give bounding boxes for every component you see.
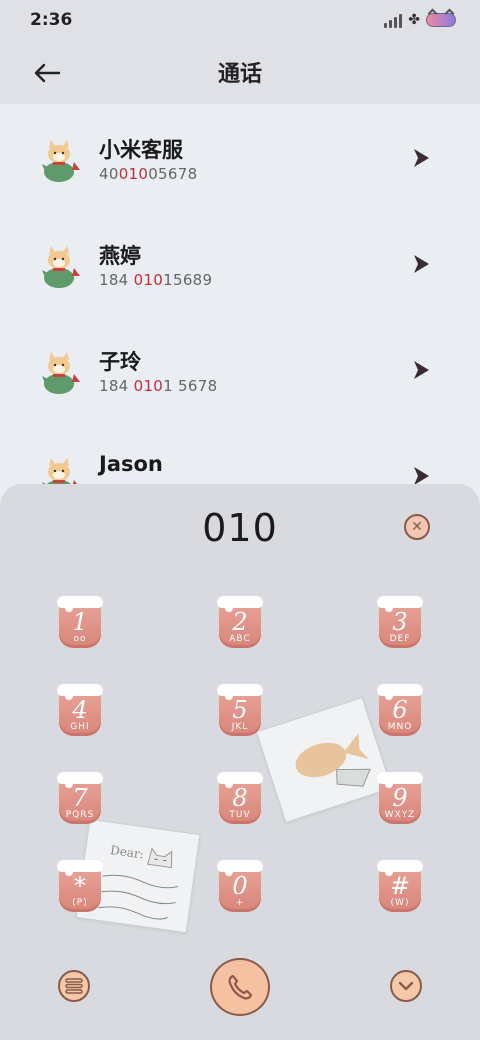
chevron-right-icon bbox=[414, 255, 429, 273]
key-6[interactable]: 6 MNO bbox=[377, 684, 423, 736]
menu-icon bbox=[65, 978, 83, 994]
key-9[interactable]: 9 WXYZ bbox=[377, 772, 423, 824]
chevron-down-icon bbox=[398, 981, 414, 991]
phone-icon bbox=[228, 974, 253, 1000]
key-8[interactable]: 8 TUV bbox=[217, 772, 263, 824]
clear-button[interactable]: ✕ bbox=[404, 514, 430, 540]
fish-icon bbox=[295, 733, 371, 787]
contact-name: 子玲 bbox=[99, 350, 141, 374]
chevron-right-icon bbox=[414, 149, 429, 167]
contact-name: 小米客服 bbox=[99, 138, 183, 162]
key-2[interactable]: 2 ABC bbox=[217, 596, 263, 648]
decorative-fish-card bbox=[255, 697, 393, 823]
menu-button[interactable] bbox=[58, 970, 90, 1002]
cat-icon bbox=[147, 847, 173, 869]
contact-item[interactable]: 燕婷 184 01015689 bbox=[0, 210, 480, 316]
signal-icon bbox=[384, 12, 403, 28]
contact-list[interactable]: 小米客服 4001005678 燕婷 184 01015689 子玲 184 0… bbox=[0, 104, 480, 504]
chevron-right-icon bbox=[414, 467, 429, 485]
avatar bbox=[42, 246, 80, 288]
header: 通话 bbox=[0, 42, 480, 104]
status-time: 2:36 bbox=[30, 10, 73, 30]
contact-name: Jason bbox=[99, 452, 163, 476]
contact-number: 4001005678 bbox=[99, 165, 198, 183]
key-7[interactable]: 7 PQRS bbox=[57, 772, 103, 824]
scribble-lines bbox=[98, 874, 179, 920]
collapse-keypad-button[interactable] bbox=[390, 970, 422, 1002]
contact-item[interactable]: 小米客服 4001005678 bbox=[0, 104, 480, 210]
key-star[interactable]: * (P) bbox=[57, 860, 103, 912]
status-icons: ✤ bbox=[384, 10, 456, 30]
key-1[interactable]: 1 oo bbox=[57, 596, 103, 648]
key-hash[interactable]: # (W) bbox=[377, 860, 423, 912]
clear-icon: ✕ bbox=[411, 519, 423, 535]
page-title: 通话 bbox=[217, 62, 262, 87]
card-text: Dear: bbox=[109, 842, 145, 862]
key-0[interactable]: 0 + bbox=[217, 860, 263, 912]
status-bar: 2:36 ✤ bbox=[0, 0, 480, 42]
chevron-right-icon bbox=[414, 361, 429, 379]
key-5[interactable]: 5 JKL bbox=[217, 684, 263, 736]
dialer-panel: 010 ✕ Dear: 1 oo 2 ABC 3 DEF 4 GHI 5 JKL 6 MNO… bbox=[0, 484, 480, 1040]
contact-name: 燕婷 bbox=[99, 244, 141, 268]
call-button[interactable] bbox=[210, 958, 270, 1016]
avatar bbox=[42, 140, 80, 182]
key-3[interactable]: 3 DEF bbox=[377, 596, 423, 648]
battery-icon bbox=[426, 13, 456, 27]
key-4[interactable]: 4 GHI bbox=[57, 684, 103, 736]
contact-number: 184 0101 5678 bbox=[99, 377, 218, 395]
contact-item[interactable]: 子玲 184 0101 5678 bbox=[0, 316, 480, 422]
contact-number: 184 01015689 bbox=[99, 271, 213, 289]
avatar bbox=[42, 352, 80, 394]
clover-icon: ✤ bbox=[408, 12, 420, 28]
